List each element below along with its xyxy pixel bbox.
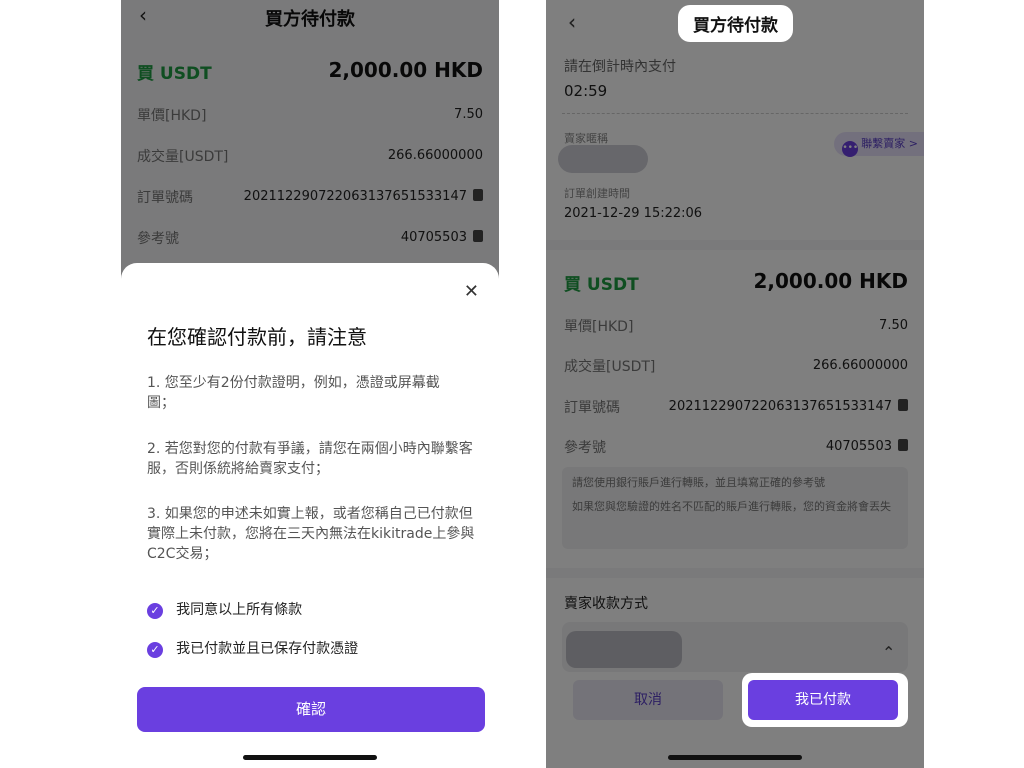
right-screen: ‹ 請在倒計時內支付 02:59 賣家暱稱 •••聯繫賣家 > 訂單創建時間 2… <box>546 0 924 768</box>
left-screen: ‹ 買方待付款 買 USDT 2,000.00 HKD 單價[HKD] 7.50… <box>121 0 499 768</box>
sheet-title: 在您確認付款前，請注意 <box>147 325 367 349</box>
rule-item: 3. 如果您的申述未如實上報，或者您稱自己已付款但實際上未付款，您將在三天內無法… <box>147 506 475 562</box>
home-indicator <box>243 755 377 760</box>
confirm-button[interactable]: 確認 <box>137 687 485 732</box>
back-icon-highlight: ‹ <box>568 10 576 34</box>
dim-overlay <box>546 0 924 768</box>
home-indicator <box>668 755 802 760</box>
page-title: 買方待付款 <box>693 16 778 36</box>
paid-saved-label: 我已付款並且已保存付款憑證 <box>176 641 359 657</box>
close-icon[interactable]: ✕ <box>464 281 479 302</box>
paid-button-highlighted[interactable]: 我已付款 <box>748 680 898 720</box>
confirm-payment-sheet: ✕ 在您確認付款前，請注意 1. 您至少有2份付款證明，例如，憑證或屏幕截圖； … <box>121 263 499 768</box>
agree-terms-label: 我同意以上所有條款 <box>176 602 303 618</box>
paid-saved-checkbox[interactable]: ✓ 我已付款並且已保存付款憑證 <box>147 638 358 658</box>
agree-terms-checkbox[interactable]: ✓ 我同意以上所有條款 <box>147 599 302 619</box>
check-icon: ✓ <box>147 642 163 658</box>
rule-item: 2. 若您對您的付款有爭議，請您在兩個小時內聯繫客服，否則係統將給賣家支付； <box>147 441 473 477</box>
rule-item: 1. 您至少有2份付款證明，例如，憑證或屏幕截圖； <box>147 375 440 411</box>
check-icon: ✓ <box>147 603 163 619</box>
